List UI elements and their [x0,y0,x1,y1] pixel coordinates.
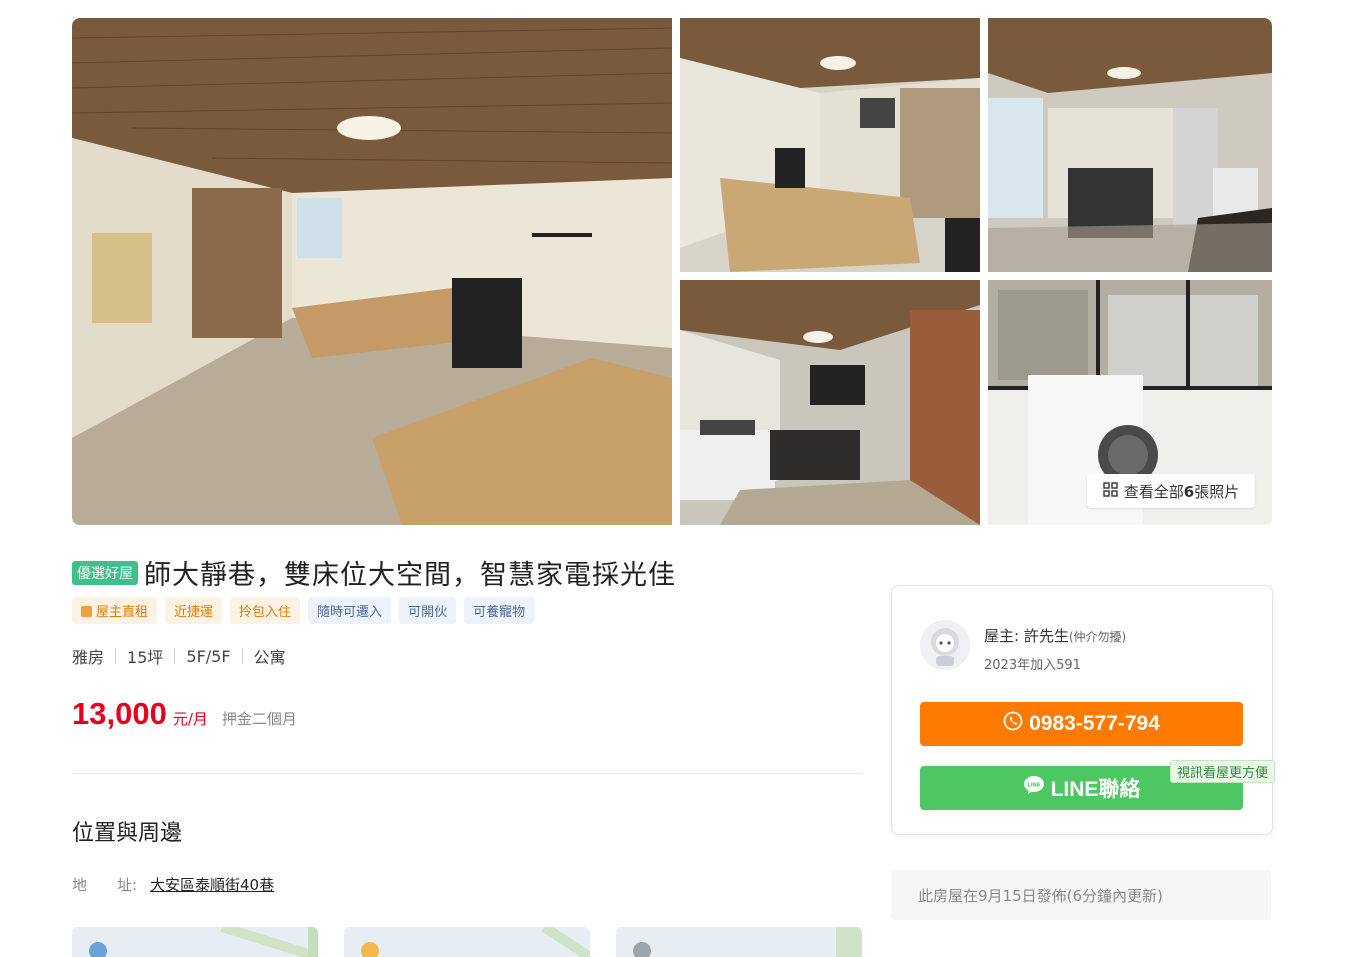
address-link[interactable]: 大安區泰順街40巷 [150,874,274,895]
person-icon [81,606,92,617]
kitchen-sofa-photo[interactable] [988,18,1272,272]
address-label: 地 址: [72,876,138,894]
spec-divider [241,648,243,664]
video-viewing-tip: 視訊看屋更方便 [1170,760,1276,783]
tag-cooking-allowed: 可開伙 [399,597,457,624]
spec-floor: 5F/5F [186,646,231,666]
line-icon: LINE [1023,775,1045,801]
price-row: 13,000 元/月 押金二個月 [72,696,297,732]
spec-room-type: 雅房 [72,648,105,667]
premium-badge: 優選好屋 [72,560,138,585]
spec-divider [115,648,117,664]
posted-info-text: 此房屋在9月15日發佈(6分鐘內更新) [918,886,1163,905]
posted-info-box: 此房屋在9月15日發佈(6分鐘內更新) [891,870,1271,920]
listing-title: 師大靜巷，雙床位大空間，智慧家電採光佳 [144,560,676,591]
rent-price-unit: 元/月 [172,710,208,728]
section-divider [72,773,862,774]
owner-joined: 2023年加入591 [984,658,1081,673]
owner-name: 屋主: 許先生(仲介勿擾) [984,627,1127,645]
bedroom-main-photo[interactable] [72,18,672,525]
owner-avatar [920,620,970,670]
listing-title-row: 優選好屋 師大靜巷，雙床位大空間，智慧家電採光佳 [72,553,676,592]
phone-icon [1003,711,1023,737]
spec-divider [174,648,176,664]
listing-specs: 雅房 15坪 5F/5F 公寓 [72,644,286,668]
spec-building-type: 公寓 [253,648,286,667]
location-section-title: 位置與周邊 [72,821,183,846]
nearby-map-card[interactable] [72,927,318,957]
tag-near-mrt: 近捷運 [165,597,223,624]
tag-list: 屋主直租 近捷運 拎包入住 隨時可遷入 可開伙 可養寵物 [72,597,535,624]
phone-number: 0983-577-794 [1029,712,1160,735]
kitchen-living-photo[interactable] [680,280,980,525]
nearby-map-card[interactable] [344,927,590,957]
tag-pets-allowed: 可養寵物 [464,597,535,624]
nearby-map-card[interactable] [616,927,862,957]
view-all-photos-button[interactable]: 查看全部6張照片 [1087,474,1255,508]
tag-move-in-anytime: 隨時可遷入 [308,597,392,624]
svg-text:LINE: LINE [1027,783,1040,789]
line-contact-label: LINE聯絡 [1050,778,1141,801]
tag-owner-rental: 屋主直租 [72,597,158,624]
room-with-bed-photo[interactable] [680,18,980,272]
call-phone-button[interactable]: 0983-577-794 [920,702,1243,746]
view-all-label: 查看全部6張照片 [1123,482,1240,501]
owner-note: (仲介勿擾) [1068,630,1127,644]
grid-icon [1103,481,1118,501]
spec-size: 15坪 [127,648,164,667]
tag-move-in-ready: 拎包入住 [230,597,301,624]
rent-price: 13,000 [72,696,167,731]
deposit-info: 押金二個月 [221,710,297,728]
